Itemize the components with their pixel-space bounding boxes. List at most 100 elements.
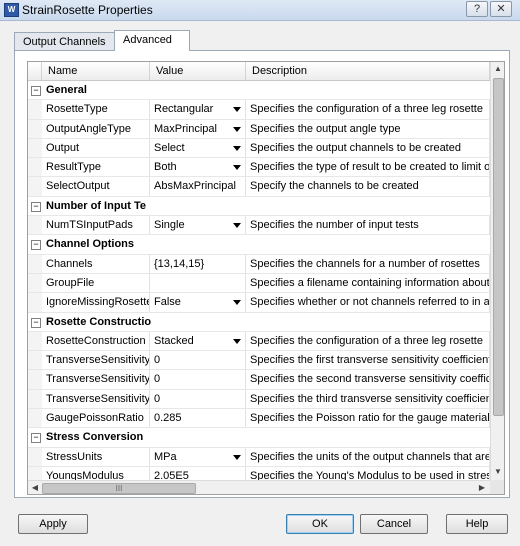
dropdown-arrow-icon[interactable]	[233, 107, 241, 113]
property-row[interactable]: IgnoreMissingRosettes False Specifies whet…	[28, 293, 490, 313]
row-gutter	[28, 447, 42, 466]
property-description: Specifies a filename containing informat…	[246, 273, 490, 293]
collapse-icon[interactable]: −	[31, 433, 41, 444]
column-header-value[interactable]: Value	[150, 62, 246, 80]
property-row[interactable]: TransverseSensitivity1 0 Specifies the fir…	[28, 351, 490, 371]
property-description: Specifies whether or not channels referr…	[246, 293, 490, 312]
property-row[interactable]: Output Select Specifies the output channel…	[28, 138, 490, 159]
property-value[interactable]	[150, 273, 246, 293]
property-grid: Name Value Description − General RosetteTy…	[27, 61, 505, 495]
category-row[interactable]: − Stress Conversion	[28, 428, 490, 448]
property-value[interactable]: Both	[150, 158, 246, 177]
category-label: Stress Conversion	[46, 431, 144, 444]
category-row[interactable]: − General	[28, 81, 490, 101]
property-value[interactable]: AbsMaxPrincipal	[150, 177, 246, 196]
property-row[interactable]: Channels {13,14,15} Specifies the channels…	[28, 254, 490, 274]
property-row[interactable]: RosetteType Rectangular Specifies the conf…	[28, 100, 490, 120]
scroll-right-icon[interactable]: ▶	[476, 482, 488, 494]
dropdown-arrow-icon[interactable]	[233, 126, 241, 132]
category-row[interactable]: − Number of Input Te	[28, 196, 490, 217]
property-row[interactable]: NumTSInputPads Single Specifies the number…	[28, 216, 490, 236]
dropdown-arrow-icon[interactable]	[233, 223, 241, 229]
dropdown-arrow-icon[interactable]	[233, 338, 241, 344]
property-row[interactable]: OutputAngleType MaxPrincipal Specifies the…	[28, 119, 490, 139]
row-gutter	[28, 119, 42, 138]
property-value-text: AbsMaxPrincipal	[154, 180, 236, 193]
property-name: OutputAngleType	[42, 119, 150, 138]
grid-rows: − General RosetteType Rectangular Specifies …	[28, 81, 490, 487]
property-row[interactable]: ResultType Both Specifies the type of resu…	[28, 158, 490, 178]
property-row[interactable]: RosetteConstruction Stacked Specifies the …	[28, 331, 490, 352]
property-row[interactable]: GaugePoissonRatio 0.285 Specifies the Pois…	[28, 409, 490, 429]
property-name: TransverseSensitivity2	[42, 370, 150, 389]
horizontal-scrollbar[interactable]: ◀ III ▶	[28, 480, 490, 494]
property-description: Specifies the configuration of a three l…	[246, 100, 490, 119]
close-button[interactable]: ✕	[490, 1, 512, 17]
property-value-text: Rectangular	[154, 103, 214, 116]
column-header-name[interactable]: Name	[42, 62, 150, 80]
property-value[interactable]: Rectangular	[150, 100, 246, 119]
ok-button[interactable]: OK	[286, 514, 354, 534]
title-bar[interactable]: W StrainRosette Properties ? ✕	[0, 0, 520, 21]
property-value[interactable]: Single	[150, 216, 246, 235]
row-gutter	[28, 331, 42, 351]
property-description: Specifies the output angle type	[246, 119, 490, 138]
help-button[interactable]: Help	[446, 514, 508, 534]
dropdown-arrow-icon[interactable]	[233, 145, 241, 151]
property-value[interactable]: 0	[150, 370, 246, 389]
help-titlebar-button[interactable]: ?	[466, 1, 488, 17]
dropdown-arrow-icon[interactable]	[233, 300, 241, 306]
collapse-icon[interactable]: −	[31, 240, 41, 251]
property-row[interactable]: TransverseSensitivity3 0 Specifies the thi…	[28, 389, 490, 410]
property-value[interactable]: MaxPrincipal	[150, 119, 246, 138]
row-gutter	[28, 100, 42, 119]
header-gutter	[28, 62, 42, 80]
column-header-description[interactable]: Description	[246, 62, 490, 80]
collapse-icon[interactable]: −	[31, 317, 41, 328]
property-value[interactable]: Stacked	[150, 331, 246, 351]
cancel-button[interactable]: Cancel	[360, 514, 428, 534]
row-gutter	[28, 254, 42, 273]
property-description: Specifies the third transverse sensitivi…	[246, 389, 490, 409]
app-icon: W	[4, 3, 19, 17]
property-row[interactable]: GroupFile Specifies a filename containing…	[28, 273, 490, 294]
scroll-down-icon[interactable]: ▼	[493, 466, 503, 478]
property-row[interactable]: StressUnits MPa Specifies the units of the…	[28, 447, 490, 467]
horizontal-scroll-thumb[interactable]: III	[42, 483, 196, 494]
collapse-icon[interactable]: −	[31, 86, 41, 96]
property-value[interactable]: False	[150, 293, 246, 312]
apply-button[interactable]: Apply	[18, 514, 88, 534]
row-gutter	[28, 370, 42, 389]
scroll-up-icon[interactable]: ▲	[493, 63, 503, 75]
property-value[interactable]: MPa	[150, 447, 246, 466]
property-description: Specifies the second transverse sensitiv…	[246, 370, 490, 389]
row-gutter	[28, 409, 42, 428]
scrollbar-corner	[490, 480, 504, 494]
tab-advanced[interactable]: Advanced	[114, 30, 190, 51]
dropdown-arrow-icon[interactable]	[233, 165, 241, 171]
category-row[interactable]: − Rosette Constructio	[28, 312, 490, 332]
property-value[interactable]: Select	[150, 138, 246, 158]
collapse-icon[interactable]: −	[31, 201, 41, 212]
property-row[interactable]: TransverseSensitivity2 0 Specifies the sec…	[28, 370, 490, 390]
property-value-text: {13,14,15}	[154, 257, 205, 270]
dropdown-arrow-icon[interactable]	[233, 454, 241, 460]
row-gutter	[28, 351, 42, 370]
row-gutter	[28, 138, 42, 158]
vertical-scrollbar[interactable]: ▲ ▼	[490, 62, 504, 480]
property-name: StressUnits	[42, 447, 150, 466]
row-gutter	[28, 216, 42, 235]
category-row[interactable]: − Channel Options	[28, 235, 490, 255]
property-description: Specify the channels to be created	[246, 177, 490, 196]
property-name: GroupFile	[42, 273, 150, 293]
property-name: IgnoreMissingRosettes	[42, 293, 150, 312]
property-value[interactable]: {13,14,15}	[150, 254, 246, 273]
vertical-scroll-thumb[interactable]	[493, 78, 504, 416]
property-value[interactable]: 0.285	[150, 409, 246, 428]
tab-output-channels[interactable]: Output Channels	[14, 32, 118, 51]
property-value[interactable]: 0	[150, 351, 246, 370]
property-value[interactable]: 0	[150, 389, 246, 409]
scroll-left-icon[interactable]: ◀	[29, 482, 41, 494]
property-row[interactable]: SelectOutput AbsMaxPrincipal Specify the c…	[28, 177, 490, 197]
property-description: Specifies the channels for a number of r…	[246, 254, 490, 273]
